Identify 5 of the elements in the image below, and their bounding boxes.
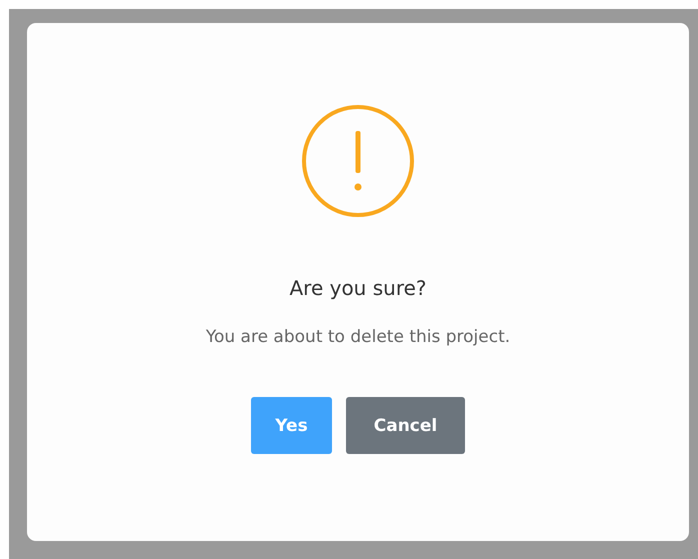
confirm-button[interactable]: Yes: [251, 397, 332, 454]
warning-icon: [301, 104, 415, 218]
cancel-button[interactable]: Cancel: [346, 397, 465, 454]
dialog-title: Are you sure?: [289, 276, 427, 300]
dialog-message: You are about to delete this project.: [206, 327, 510, 347]
